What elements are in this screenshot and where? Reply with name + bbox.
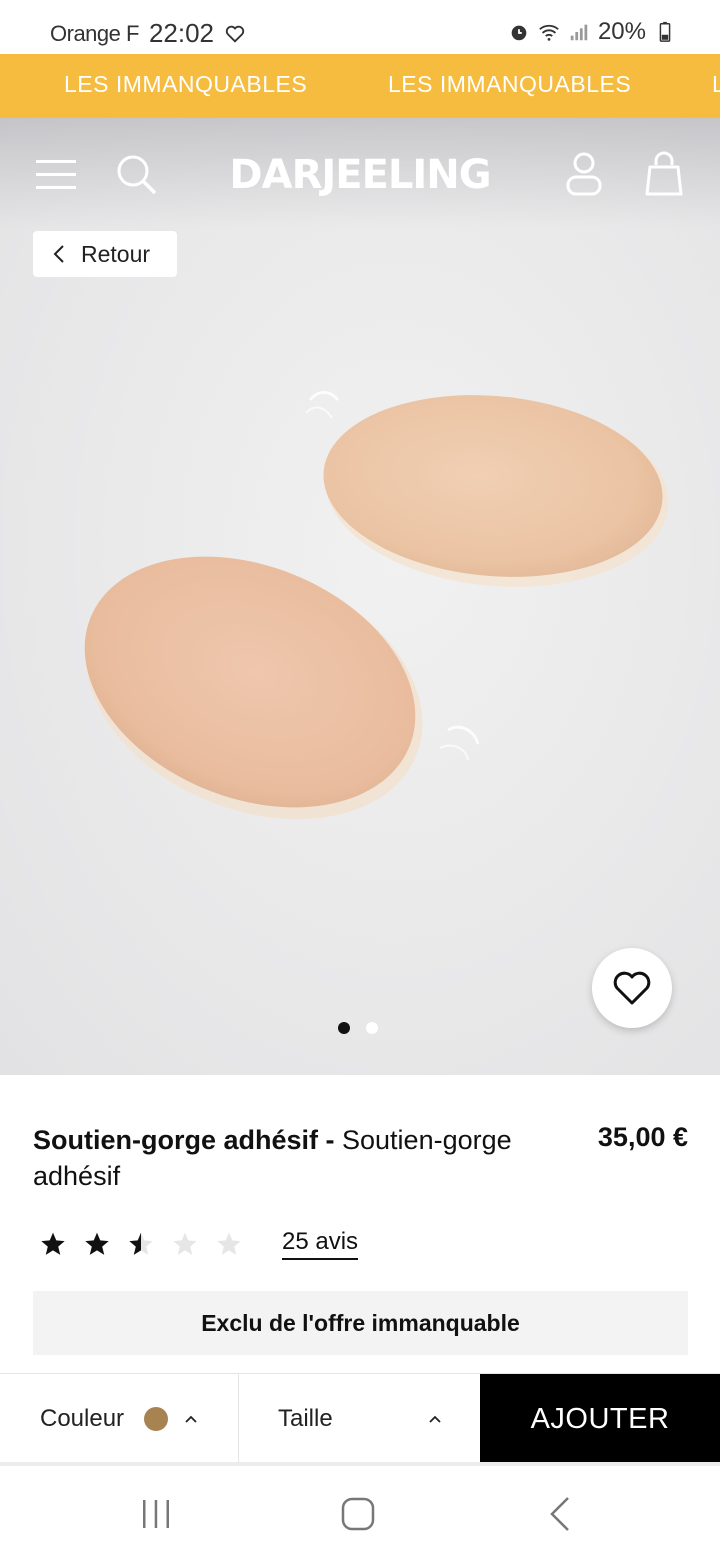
product-rating[interactable]: 25 avis bbox=[40, 1228, 359, 1260]
status-right: 20% bbox=[508, 18, 676, 46]
home-icon[interactable] bbox=[340, 1496, 376, 1532]
battery-icon bbox=[659, 21, 671, 42]
star-full-icon bbox=[41, 1232, 65, 1255]
pagination-dot[interactable] bbox=[366, 1022, 378, 1034]
star-half-icon bbox=[129, 1232, 153, 1255]
promo-notice: Exclu de l'offre immanquable bbox=[33, 1291, 688, 1355]
star-empty-icon bbox=[217, 1232, 241, 1255]
product-price: 35,00 € bbox=[597, 1122, 688, 1152]
chevron-left-icon bbox=[53, 245, 64, 263]
gallery-pagination bbox=[338, 1022, 378, 1034]
rating-stars bbox=[40, 1231, 242, 1257]
heart-status-icon bbox=[225, 25, 245, 43]
system-navigation-bar bbox=[0, 1466, 720, 1560]
star-full-icon bbox=[85, 1232, 109, 1255]
size-label: Taille bbox=[278, 1405, 333, 1432]
banner-item[interactable]: LES IMMANQUABLES bbox=[64, 71, 307, 98]
heart-icon bbox=[613, 971, 651, 1005]
reviews-link[interactable]: 25 avis bbox=[282, 1228, 359, 1260]
size-selector[interactable]: Taille bbox=[240, 1374, 480, 1464]
clock: 22:02 bbox=[148, 18, 215, 48]
add-to-cart-button[interactable]: AJOUTER bbox=[480, 1374, 720, 1464]
title-row: Soutien-gorge adhésif - Soutien-gorge ad… bbox=[33, 1122, 688, 1194]
battery-percent: 20% bbox=[597, 18, 646, 45]
chevron-up-icon bbox=[185, 1415, 197, 1423]
wishlist-button[interactable] bbox=[592, 948, 672, 1028]
status-bar: Orange F 22:02 20% bbox=[0, 0, 720, 54]
product-info: Soutien-gorge adhésif - Soutien-gorge ad… bbox=[33, 1122, 688, 1194]
back-button[interactable]: Retour bbox=[33, 231, 177, 277]
chevron-up-icon bbox=[429, 1415, 441, 1423]
signal-icon bbox=[570, 24, 588, 41]
promo-marquee-banner[interactable]: LES IMMANQUABLES LES IMMANQUABLES L bbox=[0, 54, 720, 118]
recent-apps-icon[interactable] bbox=[140, 1498, 172, 1530]
wifi-icon bbox=[539, 24, 559, 41]
back-label: Retour bbox=[81, 240, 151, 267]
status-left: Orange F 22:02 bbox=[50, 18, 246, 49]
color-label: Couleur bbox=[40, 1405, 125, 1432]
banner-item[interactable]: L bbox=[712, 71, 720, 98]
carrier-name: Orange F bbox=[50, 20, 139, 46]
product-title: Soutien-gorge adhésif - Soutien-gorge ad… bbox=[33, 1122, 543, 1194]
add-to-cart-bar: Couleur Taille AJOUTER bbox=[0, 1373, 720, 1464]
product-name-bold: Soutien-gorge adhésif - bbox=[33, 1125, 335, 1155]
color-swatch bbox=[144, 1407, 169, 1431]
banner-item[interactable]: LES IMMANQUABLES bbox=[388, 71, 631, 98]
alarm-icon bbox=[511, 25, 527, 41]
brand-logo[interactable]: DARJEELING bbox=[0, 152, 720, 198]
color-selector[interactable]: Couleur bbox=[0, 1374, 239, 1464]
star-empty-icon bbox=[173, 1232, 197, 1255]
pagination-dot-active[interactable] bbox=[338, 1022, 350, 1034]
back-nav-icon[interactable] bbox=[548, 1496, 572, 1532]
